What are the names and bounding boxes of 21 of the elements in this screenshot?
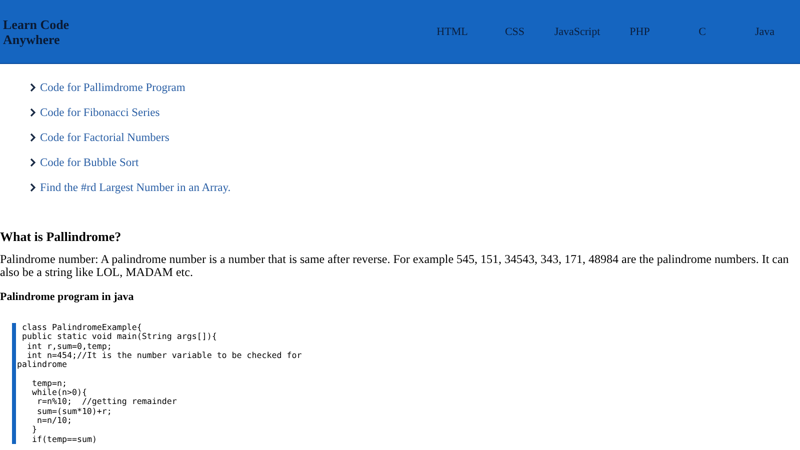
nav-link[interactable]: CSS [484, 26, 546, 38]
nav-link[interactable]: C [671, 26, 734, 38]
chevron-icon [30, 183, 36, 192]
chevron-icon [30, 108, 36, 117]
site-title: Learn Code Anywhere [2, 16, 70, 46]
article-link[interactable]: Find the #rd Largest Number in an Array. [40, 182, 231, 194]
article-link[interactable]: Code for Fibonacci Series [40, 106, 160, 118]
nav-link[interactable]: JavaScript [546, 26, 608, 38]
nav-link[interactable]: HTML [421, 26, 484, 38]
subheading: Palindrome program in java [0, 291, 135, 303]
article-link[interactable]: Code for Pallimdrome Program [40, 82, 186, 94]
chevron-icon [30, 133, 36, 142]
nav-link[interactable]: Java [734, 26, 796, 38]
section-heading: What is Pallindrome? [0, 229, 122, 245]
chevron-icon [30, 158, 36, 167]
article-link[interactable]: Code for Bubble Sort [40, 156, 139, 168]
paragraph: Palindrome number: A palindrome number is a number that is same after reverse. For example 545, 151, 34543, 343, 171, 48984 are the palindrome numbers. It can also be a string like LOL, MADAM etc. [0, 253, 790, 279]
article-link[interactable]: Code for Factorial Numbers [40, 132, 170, 144]
code-block: class PalindromeExample{ public static void main(String args[]){ int r,sum=0,temp; int n=454;//It is the number variable to be checked for palindrome temp=n; while(n>0){ r=n%10; //getting remainder sum=(sum*10)+r; n=n/10; } if(temp==sum) [12, 323, 317, 444]
nav-link[interactable]: PHP [608, 26, 671, 38]
chevron-icon [30, 83, 36, 92]
